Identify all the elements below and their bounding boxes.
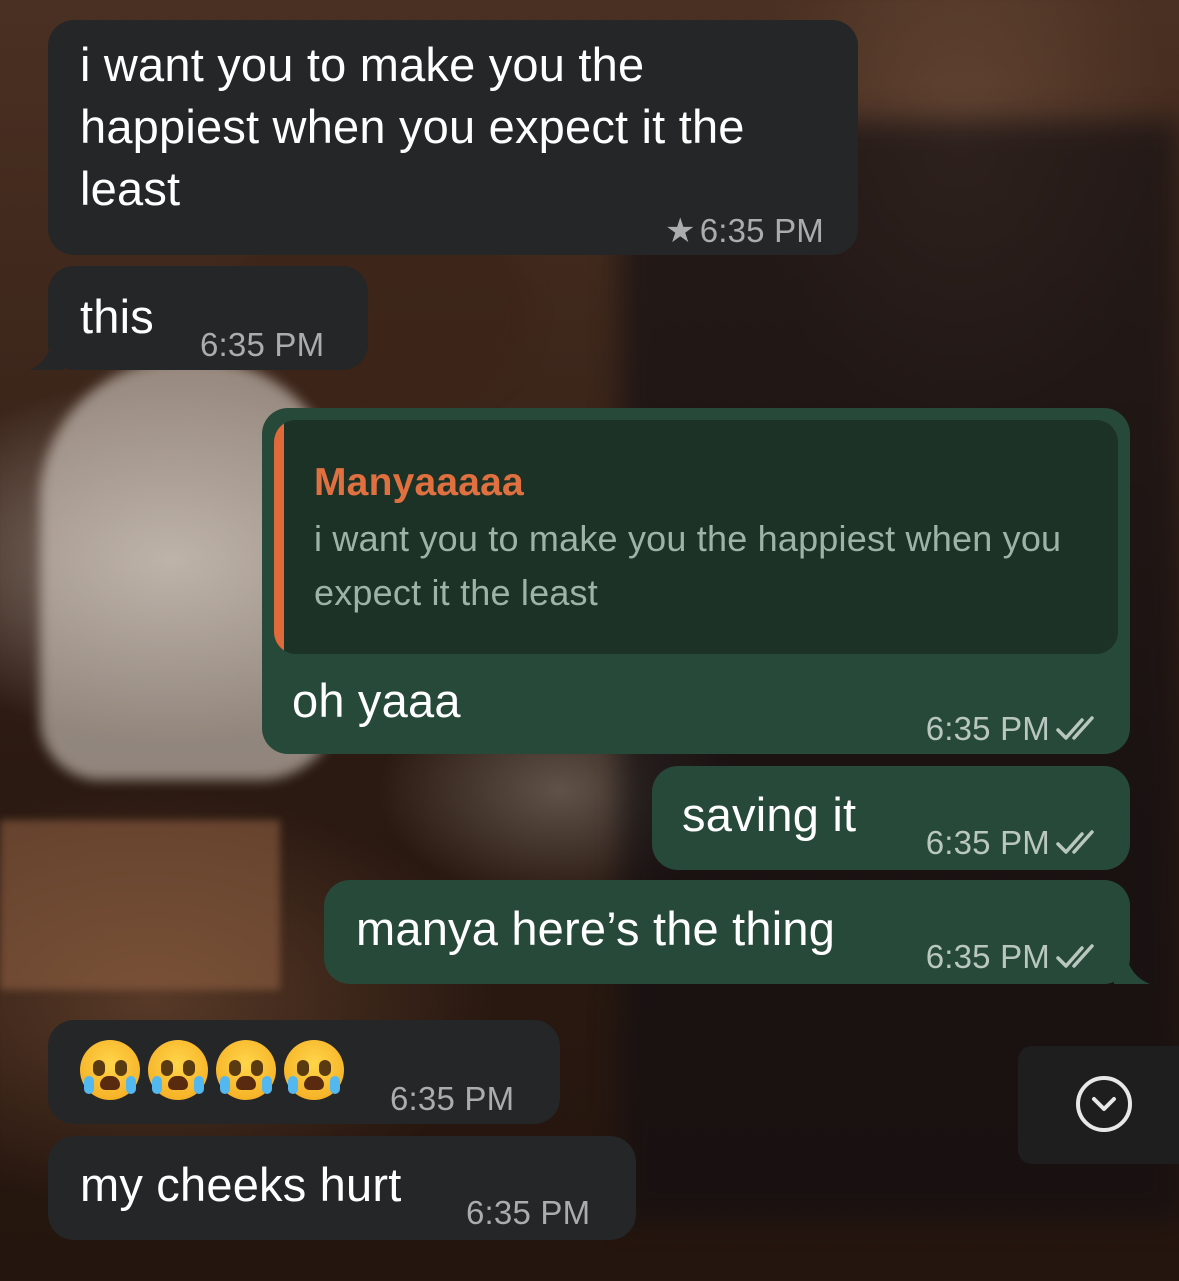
loudly-crying-emoji bbox=[80, 1040, 140, 1100]
double-check-icon bbox=[1056, 830, 1094, 854]
emoji-row bbox=[80, 1040, 352, 1100]
message-meta: 6:35 PM bbox=[466, 1182, 590, 1244]
message-time: 6:35 PM bbox=[925, 710, 1050, 747]
message-meta: 6:35 PM bbox=[390, 1068, 514, 1130]
message-text: i want you to make you the happiest when… bbox=[80, 38, 745, 215]
loudly-crying-emoji bbox=[284, 1040, 344, 1100]
message-time: 6:35 PM bbox=[200, 326, 325, 363]
message-meta: 6:35 PM bbox=[926, 812, 1100, 874]
bubble-tail bbox=[1114, 954, 1150, 984]
loudly-crying-emoji bbox=[216, 1040, 276, 1100]
message-time: 6:35 PM bbox=[466, 1194, 591, 1231]
message-text: oh yaaa bbox=[292, 674, 461, 727]
bubble-tail bbox=[30, 340, 64, 370]
loudly-crying-emoji bbox=[148, 1040, 208, 1100]
double-check-icon bbox=[1056, 716, 1094, 740]
message-bubble-outgoing[interactable]: Manyaaaaa i want you to make you the hap… bbox=[262, 408, 1130, 754]
reply-quote[interactable]: Manyaaaaa i want you to make you the hap… bbox=[274, 420, 1118, 654]
message-text: manya here’s the thing bbox=[356, 902, 836, 955]
scroll-to-bottom-button[interactable] bbox=[1018, 1046, 1179, 1164]
message-time: 6:35 PM bbox=[390, 1080, 515, 1117]
message-bubble-outgoing[interactable]: manya here’s the thing 6:35 PM bbox=[324, 880, 1150, 984]
message-text: saving it bbox=[682, 788, 857, 841]
double-check-icon bbox=[1056, 944, 1094, 968]
chevron-down-icon bbox=[1092, 1097, 1116, 1111]
star-icon: ★ bbox=[665, 212, 696, 250]
message-time: 6:35 PM bbox=[699, 212, 824, 249]
quote-accent-bar bbox=[274, 420, 284, 654]
message-bubble-incoming[interactable]: my cheeks hurt 6:35 PM bbox=[48, 1136, 636, 1240]
message-time: 6:35 PM bbox=[925, 938, 1050, 975]
message-meta: 6:35 PM bbox=[926, 926, 1100, 988]
message-text: this bbox=[80, 290, 154, 343]
message-bubble-outgoing[interactable]: saving it 6:35 PM bbox=[652, 766, 1130, 870]
quote-text: i want you to make you the happiest when… bbox=[314, 518, 1062, 613]
message-meta: 6:35 PM bbox=[926, 698, 1100, 760]
message-text: my cheeks hurt bbox=[80, 1158, 402, 1211]
message-meta: 6:35 PM bbox=[200, 314, 324, 376]
message-time: 6:35 PM bbox=[925, 824, 1050, 861]
message-bubble-incoming[interactable]: 6:35 PM bbox=[48, 1020, 560, 1124]
quote-sender-name: Manyaaaaa bbox=[314, 461, 524, 504]
message-meta: ★ 6:35 PM bbox=[665, 200, 824, 262]
message-bubble-incoming[interactable]: i want you to make you the happiest when… bbox=[48, 20, 858, 255]
message-bubble-incoming[interactable]: this 6:35 PM bbox=[30, 266, 368, 370]
